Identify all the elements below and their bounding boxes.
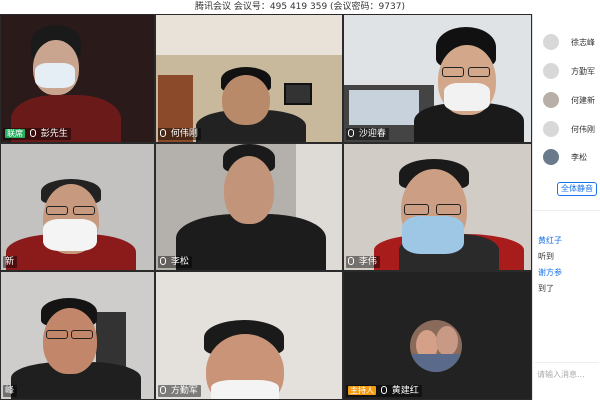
avatar	[543, 92, 559, 108]
chat-sender[interactable]: 黄红子	[538, 236, 562, 245]
participant-list: 徐志峰 方勤军 何建新 何伟刚 李松 全体静音	[533, 14, 600, 204]
video-tile[interactable]: 方勤军	[155, 271, 343, 400]
list-item[interactable]: 徐志峰	[541, 32, 600, 52]
avatar	[543, 63, 559, 79]
host-badge: 主持人	[348, 386, 376, 395]
list-item[interactable]: 何建新	[541, 90, 600, 110]
participant-name-label: 何伟刚	[158, 128, 201, 140]
participant-name-label: 联席 彭先生	[3, 128, 71, 140]
mic-icon	[160, 386, 166, 394]
video-tile[interactable]: 何伟刚	[155, 14, 343, 143]
chat-input[interactable]: 请输入消息...	[535, 362, 599, 392]
video-tile[interactable]: 主持人 黄建红	[343, 271, 532, 400]
video-tile[interactable]: 联席 彭先生	[0, 14, 155, 143]
list-item[interactable]: 李松	[541, 147, 600, 167]
participant-name-label: 峰	[3, 385, 18, 397]
mic-icon	[160, 129, 166, 137]
sidebar: 徐志峰 方勤军 何建新 何伟刚 李松 全体静音 黄红子 听到 谢方参 到了 请输…	[532, 14, 600, 400]
participant-name-label: 沙迎春	[346, 128, 389, 140]
video-tile[interactable]: 峰	[0, 271, 155, 400]
avatar	[543, 34, 559, 50]
participant-name-label: 主持人 黄建红	[346, 385, 422, 397]
mic-icon	[348, 129, 354, 137]
video-tile[interactable]: 新	[0, 143, 155, 271]
participant-name-label: 李松	[158, 256, 192, 268]
participant-name-label: 新	[3, 256, 18, 268]
cohost-badge: 联席	[5, 129, 25, 138]
video-tile[interactable]: 李松	[155, 143, 343, 271]
avatar	[410, 320, 462, 372]
mic-icon	[348, 257, 354, 265]
mic-icon	[380, 386, 387, 394]
mute-all-button[interactable]: 全体静音	[557, 182, 597, 196]
list-item[interactable]: 方勤军	[541, 61, 600, 81]
video-tile[interactable]: 李伟	[343, 143, 532, 271]
mic-icon	[160, 257, 166, 265]
list-item[interactable]: 何伟刚	[541, 119, 600, 139]
participant-name-label: 李伟	[346, 256, 380, 268]
avatar	[543, 121, 559, 137]
chat-sender[interactable]: 谢方参	[538, 268, 562, 277]
mic-icon	[29, 129, 36, 137]
avatar	[543, 149, 559, 165]
chat-panel: 黄红子 听到 谢方参 到了	[533, 210, 600, 360]
meeting-title: 腾讯会议 会议号：495 419 359 (会议密码：9737)	[195, 2, 405, 12]
participant-name-label: 方勤军	[158, 385, 201, 397]
chat-message: 听到	[538, 252, 554, 261]
chat-message: 到了	[538, 284, 554, 293]
meeting-title-bar: 腾讯会议 会议号：495 419 359 (会议密码：9737)	[0, 0, 600, 14]
video-grid: 联席 彭先生 何伟刚 沙迎春 新 李松 李伟 峰 方勤军 主持人 黄建红	[0, 14, 532, 400]
video-tile[interactable]: 沙迎春	[343, 14, 532, 143]
